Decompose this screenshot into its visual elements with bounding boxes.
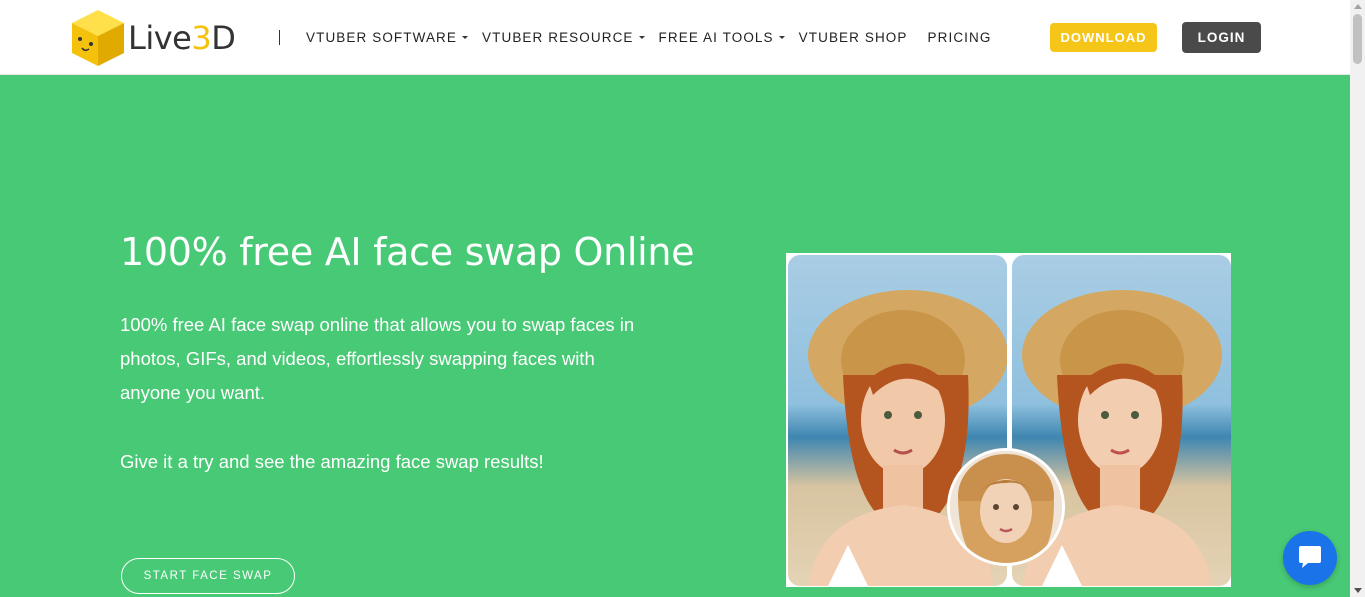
cube-face-icon [72, 10, 124, 66]
page-scrollbar[interactable] [1350, 0, 1365, 597]
nav-item-label: VTUBER SOFTWARE [306, 30, 458, 45]
nav-divider [279, 30, 280, 45]
site-header: Live3D VTUBER SOFTWARE VTUBER RESOURCE F… [0, 0, 1350, 75]
page: Live3D VTUBER SOFTWARE VTUBER RESOURCE F… [0, 0, 1365, 597]
caret-down-icon [462, 36, 469, 39]
download-button[interactable]: DOWNLOAD [1050, 23, 1157, 52]
hero-title: 100% free AI face swap Online [120, 230, 695, 274]
scroll-up-arrow-icon[interactable] [1354, 4, 1362, 9]
nav-item-vtuber-resource[interactable]: VTUBER RESOURCE [482, 30, 645, 45]
face-swap-example-image [786, 253, 1231, 587]
nav-item-label: FREE AI TOOLS [658, 30, 774, 45]
scroll-thumb[interactable] [1353, 14, 1362, 64]
caret-down-icon [778, 36, 785, 39]
source-face-thumbnail [947, 448, 1065, 566]
start-face-swap-button[interactable]: START FACE SWAP [121, 558, 295, 594]
hero-section: 100% free AI face swap Online 100% free … [0, 75, 1350, 597]
login-button[interactable]: LOGIN [1182, 22, 1261, 53]
nav-item-pricing[interactable]: PRICING [928, 30, 992, 45]
nav-item-vtuber-shop[interactable]: VTUBER SHOP [799, 30, 908, 45]
hero-description: 100% free AI face swap online that allow… [120, 314, 635, 403]
scroll-down-arrow-icon[interactable] [1354, 588, 1362, 593]
chat-bubble-icon [1299, 546, 1321, 568]
logo-link[interactable]: Live3D [70, 8, 236, 68]
hero-cta-text: Give it a try and see the amazing face s… [120, 451, 544, 472]
main-nav: VTUBER SOFTWARE VTUBER RESOURCE FREE AI … [306, 0, 1011, 75]
nav-item-label: VTUBER SHOP [798, 30, 908, 45]
logo-text: Live3D [128, 19, 236, 57]
caret-down-icon [638, 36, 645, 39]
nav-item-label: PRICING [927, 30, 992, 45]
nav-item-vtuber-software[interactable]: VTUBER SOFTWARE [306, 30, 469, 45]
nav-item-free-ai-tools[interactable]: FREE AI TOOLS [659, 30, 785, 45]
chat-widget-button[interactable] [1283, 531, 1337, 585]
nav-item-label: VTUBER RESOURCE [482, 30, 634, 45]
